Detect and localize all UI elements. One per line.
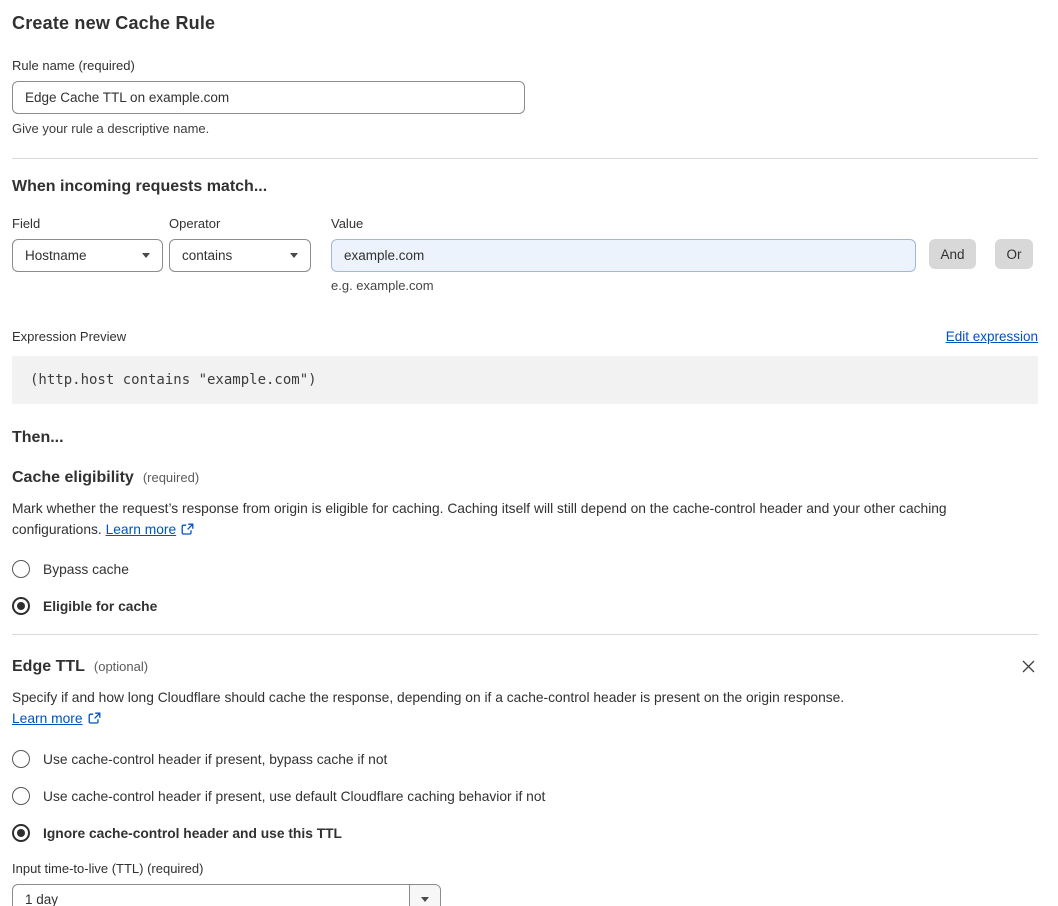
edge-ttl-title: Edge TTL <box>12 657 85 675</box>
edge-ttl-header: Edge TTL (optional) <box>12 657 1038 676</box>
close-icon <box>1022 660 1035 673</box>
chevron-down-icon <box>290 253 298 258</box>
rule-name-input[interactable] <box>12 81 525 114</box>
create-cache-rule-form: Create new Cache Rule Rule name (require… <box>0 0 1058 906</box>
external-link-icon <box>88 712 101 724</box>
radio-ignore-header-use-ttl[interactable]: Ignore cache-control header and use this… <box>12 824 1038 842</box>
radio-selected-icon[interactable] <box>12 824 30 842</box>
edge-ttl-description: Specify if and how long Cloudflare shoul… <box>12 687 850 729</box>
and-button[interactable]: And <box>929 239 976 269</box>
expression-preview-header: Expression Preview Edit expression <box>12 329 1038 344</box>
ttl-label: Input time-to-live (TTL) (required) <box>12 861 204 876</box>
radio-icon[interactable] <box>12 787 30 805</box>
operator-column: Operator contains <box>169 216 311 272</box>
field-label: Field <box>12 216 41 231</box>
field-select[interactable]: Hostname <box>12 239 163 272</box>
radio-label: Ignore cache-control header and use this… <box>43 825 342 841</box>
match-section-heading: When incoming requests match... <box>12 178 268 195</box>
edit-expression-link[interactable]: Edit expression <box>946 329 1038 344</box>
radio-label: Eligible for cache <box>43 598 158 614</box>
or-button[interactable]: Or <box>995 239 1033 269</box>
radio-eligible-for-cache[interactable]: Eligible for cache <box>12 597 1038 615</box>
close-edge-ttl-button[interactable] <box>1019 657 1038 676</box>
rule-name-label: Rule name (required) <box>12 58 135 73</box>
cache-eligibility-title: Cache eligibility <box>12 469 134 486</box>
ttl-select[interactable]: 1 day <box>12 884 441 906</box>
ttl-select-value: 1 day <box>25 892 59 906</box>
ttl-select-arrow-button[interactable] <box>409 885 440 906</box>
value-column: Value e.g. example.com <box>331 216 916 293</box>
divider <box>12 158 1038 159</box>
radio-icon[interactable] <box>12 750 30 768</box>
cache-eligibility-header: Cache eligibility (required) <box>12 469 1038 487</box>
cache-eligibility-learn-more-link[interactable]: Learn more <box>106 522 177 537</box>
radio-icon[interactable] <box>12 560 30 578</box>
page-title: Create new Cache Rule <box>12 13 216 33</box>
edge-ttl-title-wrap: Edge TTL (optional) <box>12 658 148 676</box>
rule-name-helper: Give your rule a descriptive name. <box>12 121 210 136</box>
divider <box>12 634 1038 635</box>
chevron-down-icon <box>142 253 150 258</box>
radio-selected-icon[interactable] <box>12 597 30 615</box>
radio-label: Bypass cache <box>43 561 129 577</box>
radio-use-header-default[interactable]: Use cache-control header if present, use… <box>12 787 1038 805</box>
edge-ttl-learn-more-link[interactable]: Learn more <box>12 711 83 726</box>
value-input[interactable] <box>331 239 916 272</box>
operator-select-value: contains <box>182 248 233 263</box>
radio-label: Use cache-control header if present, use… <box>43 788 546 804</box>
expression-preview-code: (http.host contains "example.com") <box>12 356 1038 404</box>
operator-select[interactable]: contains <box>169 239 311 272</box>
expression-code-text: (http.host contains "example.com") <box>30 372 317 388</box>
operator-label: Operator <box>169 216 221 231</box>
radio-label: Use cache-control header if present, byp… <box>43 751 388 767</box>
radio-use-header-bypass[interactable]: Use cache-control header if present, byp… <box>12 750 1038 768</box>
cache-eligibility-title-wrap: Cache eligibility (required) <box>12 469 199 487</box>
cache-eligibility-qualifier: (required) <box>142 470 200 485</box>
radio-bypass-cache[interactable]: Bypass cache <box>12 560 1038 578</box>
cache-eligibility-options: Bypass cache Eligible for cache <box>12 560 1038 615</box>
external-link-icon <box>181 523 194 535</box>
chevron-down-icon <box>421 897 429 902</box>
edge-ttl-options: Use cache-control header if present, byp… <box>12 750 1038 842</box>
edge-ttl-qualifier: (optional) <box>93 658 149 674</box>
field-select-value: Hostname <box>25 248 87 263</box>
value-label: Value <box>331 216 364 231</box>
value-helper: e.g. example.com <box>331 278 434 293</box>
edge-ttl-description-text: Specify if and how long Cloudflare shoul… <box>12 690 845 705</box>
then-heading: Then... <box>12 429 64 446</box>
expression-preview-label: Expression Preview <box>12 329 127 344</box>
match-expression-row: Field Hostname Operator contains Value e… <box>12 216 1038 293</box>
cache-eligibility-description: Mark whether the request’s response from… <box>12 498 1020 540</box>
field-column: Field Hostname <box>12 216 163 272</box>
